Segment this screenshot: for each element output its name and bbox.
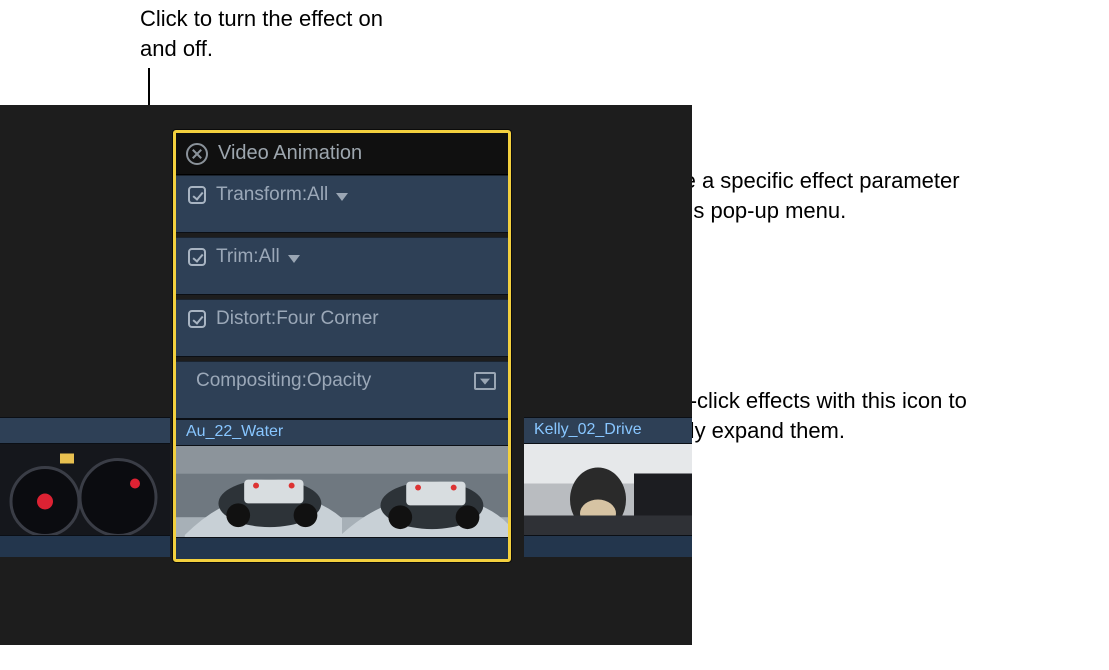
clip-thumbnail — [0, 444, 170, 535]
effect-label: Distort:Four Corner — [216, 308, 379, 330]
clip-thumbnail — [524, 444, 692, 535]
video-animation-editor: Video Animation Transform:All Trim:All D… — [173, 130, 511, 562]
effect-row-trim[interactable]: Trim:All — [176, 237, 508, 295]
close-icon[interactable] — [186, 143, 208, 165]
clip-name: Kelly_02_Drive — [524, 417, 692, 443]
timeline-clip-right[interactable]: Kelly_02_Drive — [524, 417, 692, 557]
clip-audio-waveform — [0, 535, 170, 557]
effect-toggle-checkbox[interactable] — [188, 186, 206, 204]
callout-toggle: Click to turn the effect on and off. — [140, 4, 420, 63]
effect-row-transform[interactable]: Transform:All — [176, 175, 508, 233]
clip-thumbnail — [342, 446, 508, 537]
effect-label: Compositing:Opacity — [196, 370, 371, 392]
panel-header: Video Animation — [176, 133, 508, 175]
clip-audio-waveform — [176, 537, 508, 559]
clip-thumbnails[interactable] — [176, 445, 508, 537]
effect-label: Transform:All — [216, 184, 348, 206]
effect-label: Trim:All — [216, 246, 300, 268]
effect-toggle-checkbox[interactable] — [188, 310, 206, 328]
clip-name — [0, 417, 170, 443]
timeline-clip-left[interactable] — [0, 417, 170, 557]
chevron-down-icon[interactable] — [288, 255, 300, 263]
effect-row-compositing[interactable]: Compositing:Opacity — [176, 361, 508, 419]
effect-toggle-checkbox[interactable] — [188, 248, 206, 266]
clip-audio-waveform — [524, 535, 692, 557]
effect-row-distort[interactable]: Distort:Four Corner — [176, 299, 508, 357]
chevron-down-icon[interactable] — [336, 193, 348, 201]
panel-title: Video Animation — [218, 142, 362, 165]
clip-name: Au_22_Water — [176, 419, 508, 445]
expand-icon[interactable] — [474, 372, 496, 390]
clip-thumbnail — [176, 446, 342, 537]
